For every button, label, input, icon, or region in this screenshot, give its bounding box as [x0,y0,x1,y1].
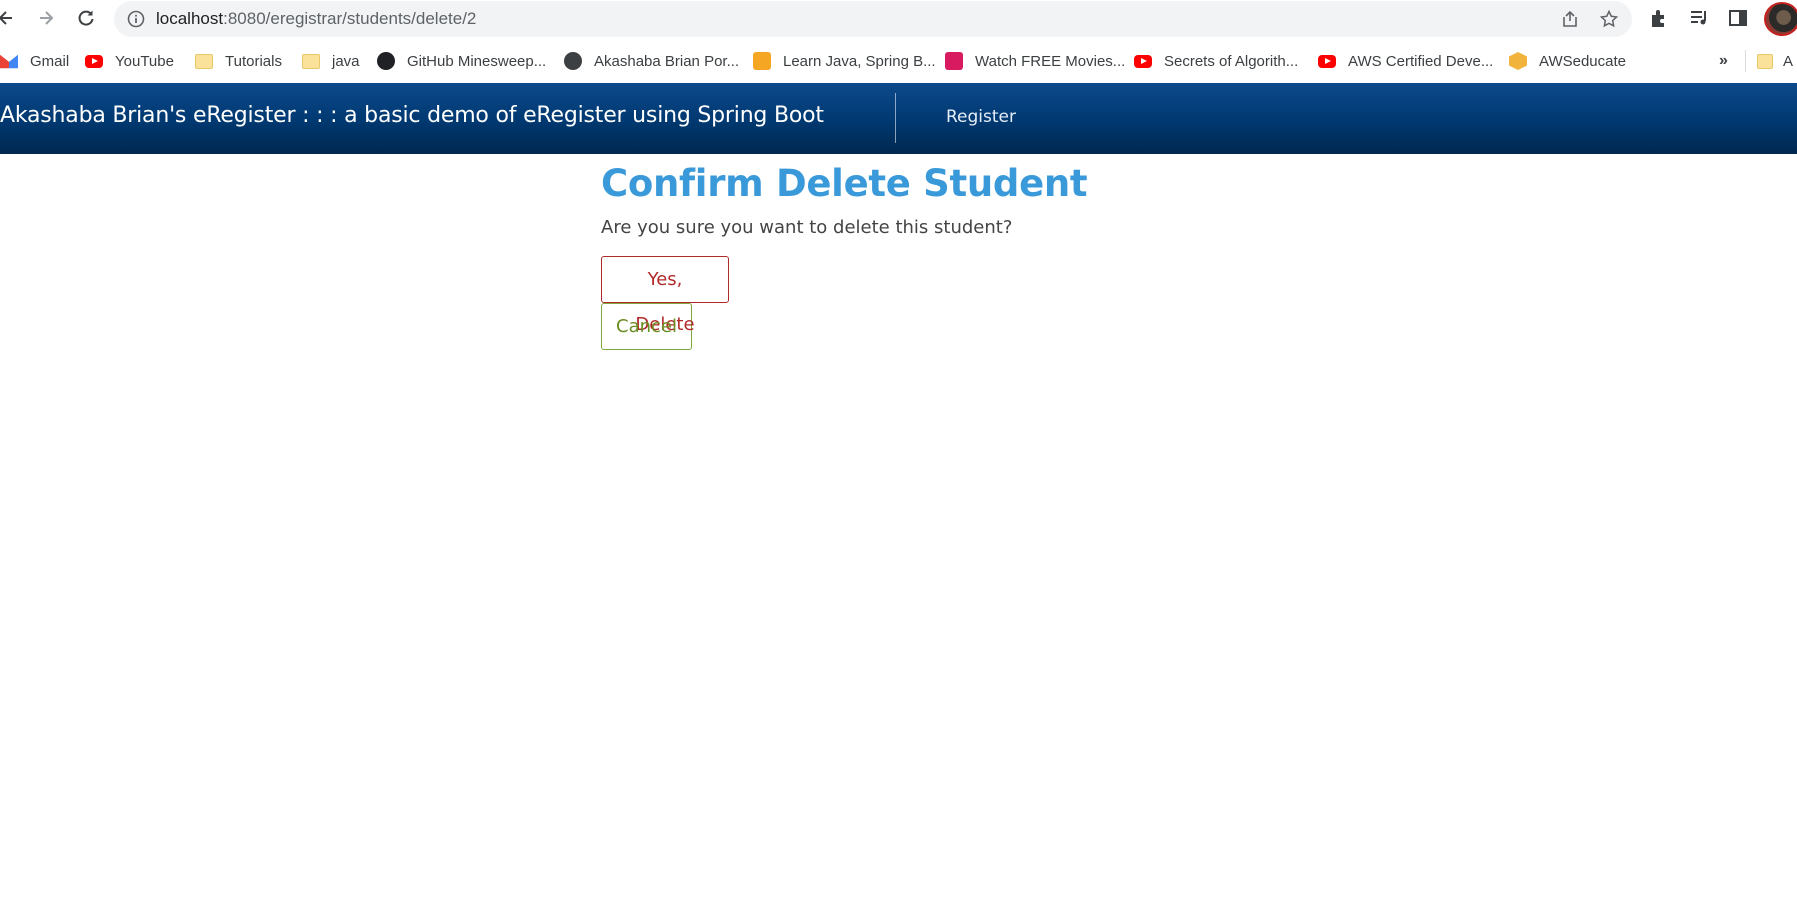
bookmarks-divider [1745,50,1746,72]
bookmark-label: java [332,52,360,70]
more-bookmarks-button[interactable]: » [1719,52,1728,70]
gmail-icon [0,54,18,69]
bookmark-tutorials[interactable]: Tutorials [195,44,282,78]
youtube-icon [85,54,103,68]
address-bar[interactable]: localhost:8080/eregistrar/students/delet… [114,1,1632,37]
bookmark-label: Tutorials [225,52,282,70]
aws-icon [1509,52,1527,70]
bookmark-label: Akashaba Brian Por... [594,52,740,70]
code-icon [753,52,771,70]
folder-icon [1757,53,1773,69]
reload-icon [78,10,94,26]
bookmark-label: GitHub Minesweep... [407,52,547,70]
side-panel-icon[interactable] [1727,7,1749,29]
bookmark-label: A [1783,52,1794,70]
info-icon[interactable] [126,9,146,29]
folder-icon [302,53,320,69]
browser-toolbar: localhost:8080/eregistrar/students/delet… [0,0,1797,37]
bookmark-other[interactable]: A [1757,44,1793,78]
bookmark-akashaba-portfolio[interactable]: Akashaba Brian Por... [564,44,739,78]
url-path: :8080/eregistrar/students/delete/2 [223,9,477,28]
bookmark-java[interactable]: java [302,44,360,78]
bookmark-label: AWSeducate [1539,52,1626,70]
extensions-icon[interactable] [1648,7,1670,29]
folder-icon [195,53,213,69]
bookmark-label: Learn Java, Spring B... [783,52,936,70]
arrow-right-icon [40,11,54,25]
youtube-icon [1318,54,1336,68]
yes-delete-button[interactable]: Yes, Delete [601,256,729,335]
bookmark-youtube[interactable]: YouTube [85,44,174,78]
bookmark-watch-movies[interactable]: Watch FREE Movies... [945,44,1125,78]
globe-icon [564,52,582,70]
bookmark-aws-certified[interactable]: AWS Certified Deve... [1318,44,1493,78]
bookmark-label: Secrets of Algorith... [1164,52,1299,70]
share-icon[interactable] [1560,9,1580,29]
media-queue-icon[interactable] [1688,7,1710,29]
github-icon [377,52,395,70]
reload-button[interactable] [72,4,100,32]
bookmark-github-minesweeper[interactable]: GitHub Minesweep... [377,44,546,78]
back-button[interactable] [0,4,20,32]
app-brand[interactable]: Akashaba Brian's eRegister : : : a basic… [0,103,824,128]
arrow-left-icon [0,11,12,25]
forward-button[interactable] [32,4,60,32]
bookmark-gmail[interactable]: Gmail [0,44,69,78]
page-title: Confirm Delete Student [601,162,1088,205]
bookmark-label: AWS Certified Deve... [1348,52,1494,70]
url-host: localhost [156,9,224,28]
bookmark-label: Gmail [30,52,70,70]
profile-avatar[interactable] [1764,2,1797,36]
youtube-icon [1134,54,1152,68]
url-text: localhost:8080/eregistrar/students/delet… [156,9,476,29]
bookmark-learn-java[interactable]: Learn Java, Spring B... [753,44,936,78]
navbar-divider [895,93,896,143]
confirm-message: Are you sure you want to delete this stu… [601,217,1013,238]
nav-link-register[interactable]: Register [946,107,1016,127]
main-content: Confirm Delete Student Are you sure you … [601,154,1301,350]
bookmark-awseducate[interactable]: AWSeducate [1509,44,1626,78]
movie-icon [945,52,963,70]
bookmark-secrets-algorithms[interactable]: Secrets of Algorith... [1134,44,1298,78]
bookmark-label: YouTube [115,52,174,70]
star-icon[interactable] [1599,9,1619,29]
bookmark-label: Watch FREE Movies... [975,52,1126,70]
bookmarks-bar: Gmail YouTube Tutorials java GitHub Mine… [0,44,1797,78]
app-navbar: Akashaba Brian's eRegister : : : a basic… [0,83,1797,154]
